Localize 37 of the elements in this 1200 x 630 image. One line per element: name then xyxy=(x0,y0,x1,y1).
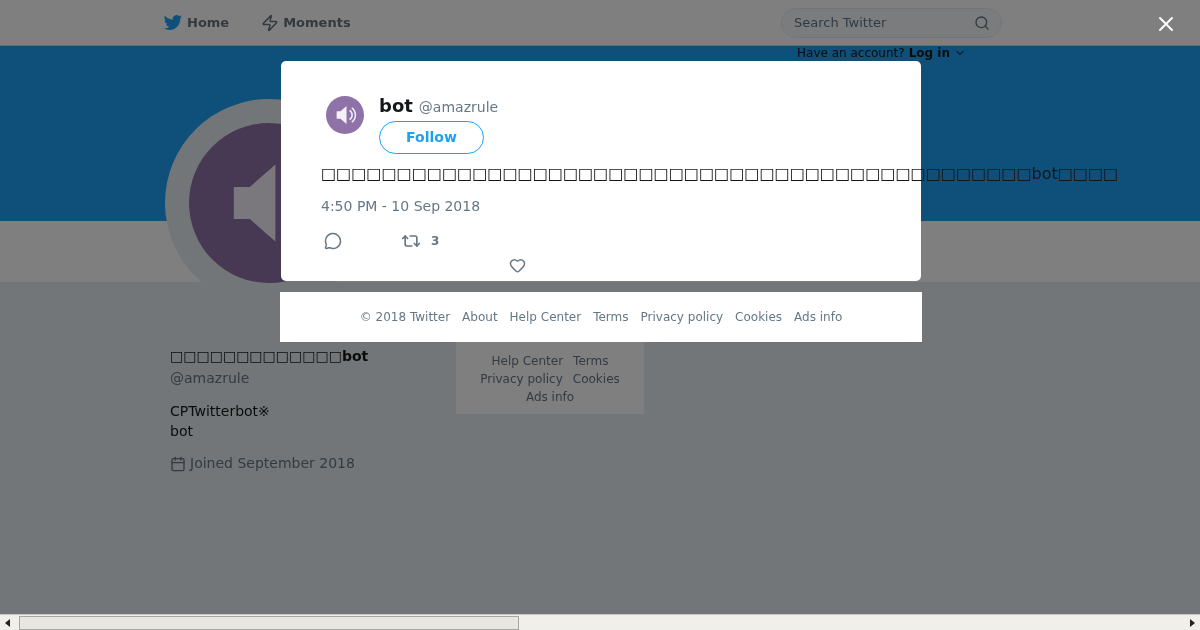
profile-handle: @amazrule xyxy=(170,369,251,388)
footer-link[interactable]: Help Center xyxy=(509,308,582,326)
bio-line: bot xyxy=(170,422,194,441)
calendar-icon xyxy=(170,455,186,472)
reply-icon[interactable] xyxy=(324,232,342,250)
scrollbar-thumb[interactable] xyxy=(19,615,519,630)
footer-link[interactable]: About xyxy=(462,308,498,326)
scroll-left-icon[interactable] xyxy=(5,618,10,627)
search-icon[interactable] xyxy=(974,14,990,31)
footer-link[interactable]: Ads info xyxy=(525,388,575,406)
joined-date: Joined September 2018 xyxy=(190,454,355,473)
account-prompt: Have an account? xyxy=(797,45,905,62)
user-avatar xyxy=(326,96,364,134)
login-link[interactable]: Log in xyxy=(908,44,950,62)
footer-link[interactable]: Privacy policy xyxy=(640,308,724,326)
copyright-link[interactable]: © 2018 Twitter xyxy=(359,308,451,326)
footer-link[interactable]: Privacy policy xyxy=(480,370,563,388)
retweet-count: 3 xyxy=(431,233,440,250)
lightning-icon xyxy=(261,13,280,32)
like-icon[interactable] xyxy=(509,257,526,274)
horizontal-scrollbar[interactable] xyxy=(0,614,1200,630)
tweet-timestamp: 4:50 PM - 10 Sep 2018 xyxy=(321,197,482,216)
footer-link[interactable]: Terms xyxy=(573,352,609,370)
user-name: bot xyxy=(379,94,413,118)
nav-link[interactable]: Home xyxy=(163,12,230,33)
user-handle: @amazrule xyxy=(418,98,499,117)
bird-icon xyxy=(163,12,183,33)
footer-link[interactable]: Cookies xyxy=(735,308,783,326)
footer-link[interactable]: Help Center xyxy=(491,352,564,370)
scroll-right-icon[interactable] xyxy=(1190,618,1195,627)
footer-link[interactable]: Cookies xyxy=(572,370,620,388)
search-field[interactable]: Search Twitter xyxy=(781,7,1002,38)
footer-link[interactable]: Terms xyxy=(593,308,629,326)
profile-name: □□□□□□□□□□□□□bot xyxy=(170,347,370,366)
nav-link[interactable]: Moments xyxy=(261,12,351,33)
footer-link[interactable]: Ads info xyxy=(794,308,843,326)
bio-line: CPTwitterbot※ xyxy=(170,402,271,421)
